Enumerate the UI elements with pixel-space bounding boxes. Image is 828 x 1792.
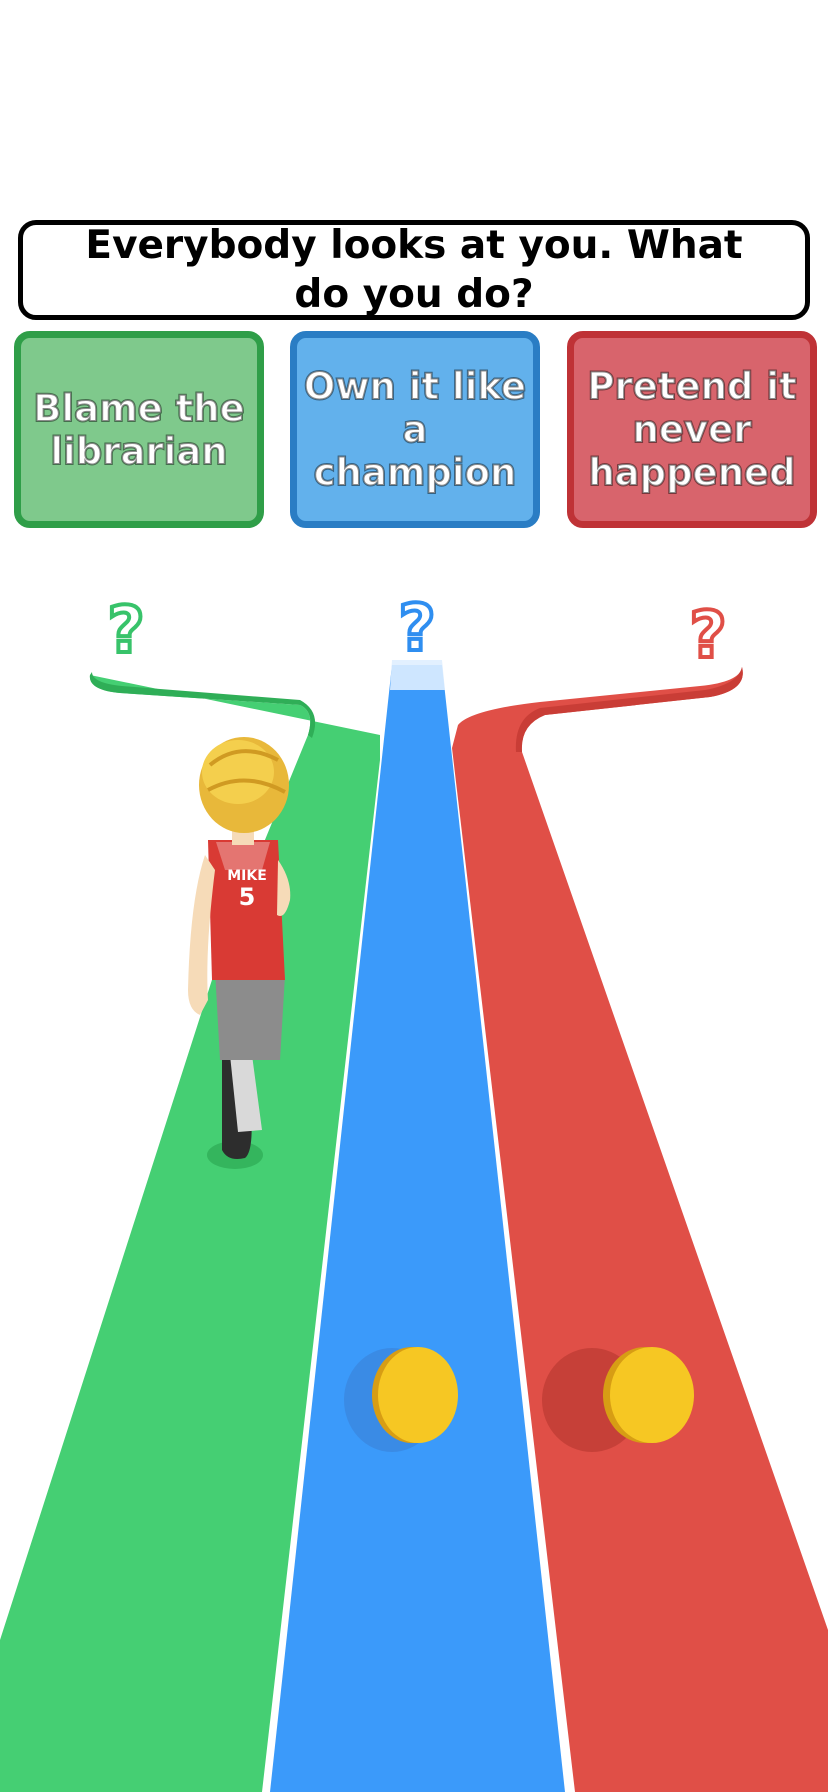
answer-button-2[interactable]: Own it like a champion: [290, 331, 540, 528]
question-mark-red-icon: ?: [689, 599, 726, 673]
answer-button-3[interactable]: Pretend it never happened: [567, 331, 817, 528]
question-mark-blue-icon: ?: [398, 592, 435, 666]
answer-button-1[interactable]: Blame the librarian: [14, 331, 264, 528]
answer-label-1: Blame the librarian: [32, 386, 246, 474]
answer-label-3: Pretend it never happened: [586, 364, 797, 495]
coin-red-lane: [542, 1347, 694, 1452]
answer-label-2: Own it like a champion: [303, 364, 527, 495]
jersey-number: 5: [239, 883, 256, 911]
question-box: Everybody looks at you. What do you do?: [18, 220, 810, 320]
question-mark-green-icon: ?: [107, 594, 144, 668]
jersey-name: MIKE: [227, 868, 267, 884]
question-text: Everybody looks at you. What do you do?: [85, 223, 743, 317]
lane-red-edge: [515, 667, 743, 752]
